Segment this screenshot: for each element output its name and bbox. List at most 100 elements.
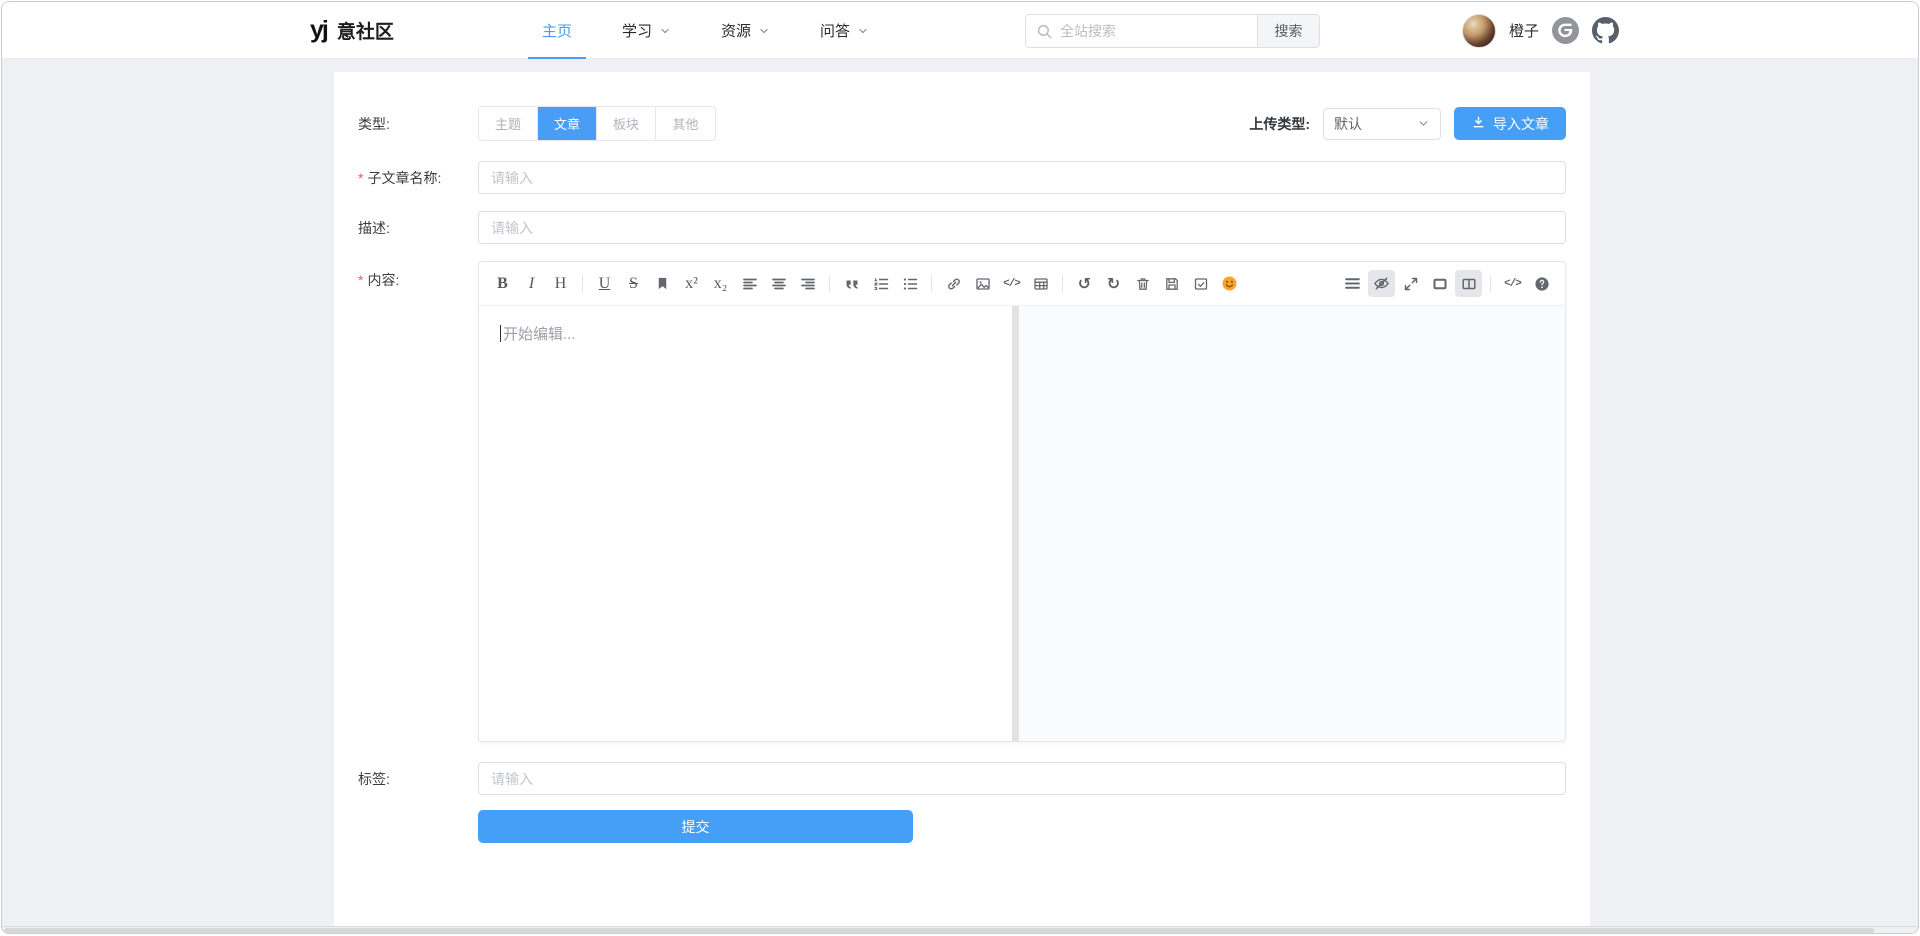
import-article-button[interactable]: 导入文章: [1454, 107, 1566, 140]
emoji-icon[interactable]: [1216, 270, 1243, 297]
nav-item-qa[interactable]: 问答: [820, 2, 869, 59]
article-name-label: *子文章名称:: [358, 168, 478, 188]
editor-body: 开始编辑...: [479, 306, 1565, 741]
upload-type-label: 上传类型:: [1249, 114, 1310, 134]
preview-icon[interactable]: [1426, 270, 1453, 297]
bookmark-icon[interactable]: [649, 270, 676, 297]
required-mark: *: [358, 272, 363, 288]
markdown-editor: B I H U S x² x₂: [478, 261, 1566, 742]
site-search: 搜索: [1025, 14, 1320, 48]
strikethrough-icon[interactable]: S: [620, 270, 647, 297]
quote-icon[interactable]: [838, 270, 865, 297]
link-icon[interactable]: [940, 270, 967, 297]
text-cursor: [500, 325, 501, 342]
chevron-down-icon: [659, 25, 671, 37]
tags-label: 标签:: [358, 769, 478, 789]
align-center-icon[interactable]: [765, 270, 792, 297]
toolbar-divider: [829, 275, 830, 292]
search-input[interactable]: [1026, 15, 1257, 47]
underline-icon[interactable]: U: [591, 270, 618, 297]
nav-label: 主页: [542, 20, 572, 41]
source-code-icon[interactable]: </>: [1499, 270, 1526, 297]
superscript-icon[interactable]: x²: [678, 270, 705, 297]
chevron-down-icon: [1417, 117, 1430, 130]
upload-type-select[interactable]: 默认: [1323, 108, 1441, 140]
article-name-row: *子文章名称:: [358, 161, 1566, 194]
main-nav: 主页 学习 资源 问答: [542, 2, 869, 59]
save-icon[interactable]: [1158, 270, 1185, 297]
italic-icon[interactable]: I: [518, 270, 545, 297]
label-text: 内容:: [367, 272, 399, 288]
type-segmented-control: 主题 文章 板块 其他: [478, 106, 716, 141]
download-icon: [1471, 115, 1486, 133]
preview-off-icon[interactable]: [1368, 270, 1395, 297]
chevron-down-icon: [857, 25, 869, 37]
type-option-article[interactable]: 文章: [538, 107, 597, 140]
description-row: 描述:: [358, 211, 1566, 244]
nav-label: 问答: [820, 20, 850, 41]
editor-preview-pane: [1019, 306, 1565, 741]
nav-item-home[interactable]: 主页: [542, 2, 572, 59]
ordered-list-icon[interactable]: [867, 270, 894, 297]
align-left-icon[interactable]: [736, 270, 763, 297]
type-option-other[interactable]: 其他: [656, 107, 715, 140]
header: yj 意社区 主页 学习 资源 问答 搜索: [2, 2, 1918, 59]
username[interactable]: 橙子: [1509, 20, 1539, 41]
submit-button[interactable]: 提交: [478, 810, 913, 843]
tags-input[interactable]: [478, 762, 1566, 795]
search-icon: [1036, 23, 1053, 45]
trash-icon[interactable]: [1129, 270, 1156, 297]
description-input[interactable]: [478, 211, 1566, 244]
content-label: *内容:: [358, 270, 478, 290]
chevron-down-icon: [758, 25, 770, 37]
gitee-icon[interactable]: [1552, 17, 1579, 44]
brand-title: 意社区: [337, 17, 394, 44]
undo-icon[interactable]: ↺: [1071, 270, 1098, 297]
scrollbar-thumb[interactable]: [4, 928, 1874, 933]
logo-icon: yj: [310, 19, 327, 43]
user-area: 橙子: [1462, 2, 1619, 59]
github-icon[interactable]: [1592, 17, 1619, 44]
table-icon[interactable]: [1027, 270, 1054, 297]
editor-input-pane[interactable]: 开始编辑...: [479, 306, 1012, 741]
avatar[interactable]: [1462, 14, 1496, 48]
tags-row: 标签:: [358, 762, 1566, 795]
nav-item-resources[interactable]: 资源: [721, 2, 770, 59]
toolbar-divider: [1062, 275, 1063, 292]
task-check-icon[interactable]: [1187, 270, 1214, 297]
toolbar-divider: [582, 275, 583, 292]
help-icon[interactable]: [1528, 270, 1555, 297]
article-name-input[interactable]: [478, 161, 1566, 194]
subscript-icon[interactable]: x₂: [707, 270, 734, 297]
label-text: 子文章名称:: [367, 170, 441, 186]
type-option-board[interactable]: 板块: [597, 107, 656, 140]
align-right-icon[interactable]: [794, 270, 821, 297]
heading-icon[interactable]: H: [547, 270, 574, 297]
bold-icon[interactable]: B: [489, 270, 516, 297]
select-value: 默认: [1334, 114, 1362, 134]
unordered-list-icon[interactable]: [896, 270, 923, 297]
nav-item-learn[interactable]: 学习: [622, 2, 671, 59]
image-icon[interactable]: [969, 270, 996, 297]
brand[interactable]: yj 意社区: [310, 2, 394, 59]
editor-placeholder: 开始编辑...: [503, 326, 576, 343]
fullscreen-icon[interactable]: [1397, 270, 1424, 297]
type-label: 类型:: [358, 114, 478, 134]
required-mark: *: [358, 170, 363, 186]
search-button[interactable]: 搜索: [1257, 15, 1319, 47]
horizontal-scrollbar[interactable]: [2, 926, 1918, 933]
split-view-icon[interactable]: [1455, 270, 1482, 297]
type-option-topic[interactable]: 主题: [479, 107, 538, 140]
toolbar-divider: [931, 275, 932, 292]
submit-row: 提交: [358, 810, 1566, 843]
content-row: *内容: B I H U S x² x₂: [358, 261, 1566, 742]
menu-icon[interactable]: [1339, 270, 1366, 297]
browser-viewport: yj 意社区 主页 学习 资源 问答 搜索: [1, 1, 1919, 934]
description-label: 描述:: [358, 218, 478, 238]
code-block-icon[interactable]: </>: [998, 270, 1025, 297]
import-article-label: 导入文章: [1493, 114, 1549, 134]
redo-icon[interactable]: ↻: [1100, 270, 1127, 297]
editor-split-handle[interactable]: [1012, 306, 1019, 741]
nav-label: 学习: [622, 20, 652, 41]
type-row: 类型: 主题 文章 板块 其他 上传类型: 默认 导入文章: [358, 106, 1566, 141]
